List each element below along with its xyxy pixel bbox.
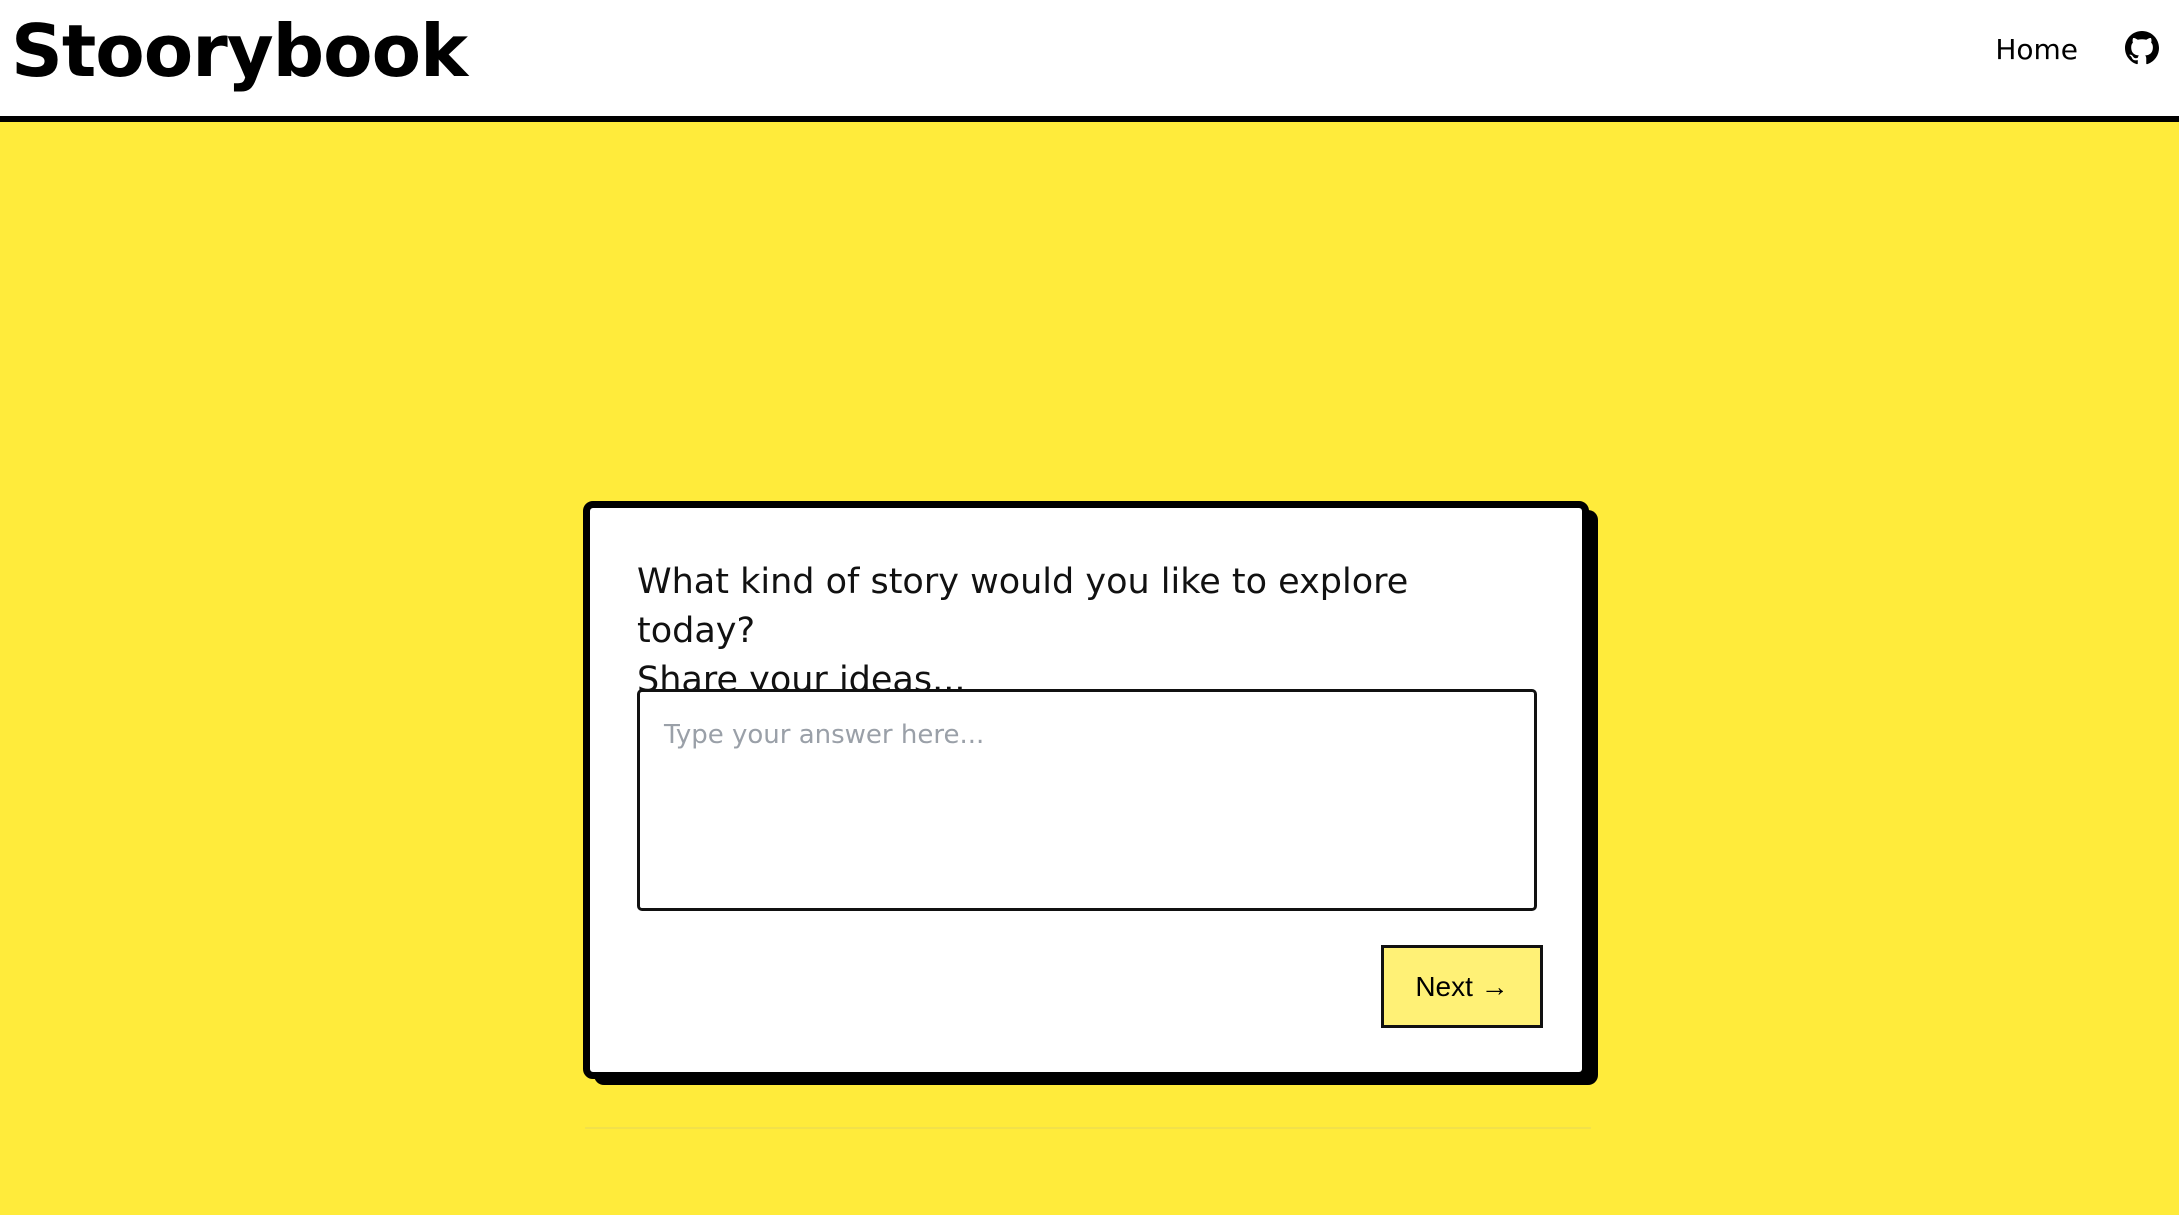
next-button[interactable]: Next → bbox=[1381, 945, 1543, 1028]
answer-textarea[interactable] bbox=[637, 689, 1537, 911]
question-line-1: What kind of story would you like to exp… bbox=[637, 562, 1409, 651]
question-card: What kind of story would you like to exp… bbox=[583, 501, 1589, 1079]
nav-home-link[interactable]: Home bbox=[1995, 30, 2078, 70]
github-icon[interactable] bbox=[2125, 31, 2159, 65]
top-header: Stoorybook Home bbox=[0, 0, 2179, 122]
question-heading: What kind of story would you like to exp… bbox=[637, 558, 1537, 705]
app-logo[interactable]: Stoorybook bbox=[11, 6, 468, 96]
divider bbox=[585, 1127, 1591, 1129]
